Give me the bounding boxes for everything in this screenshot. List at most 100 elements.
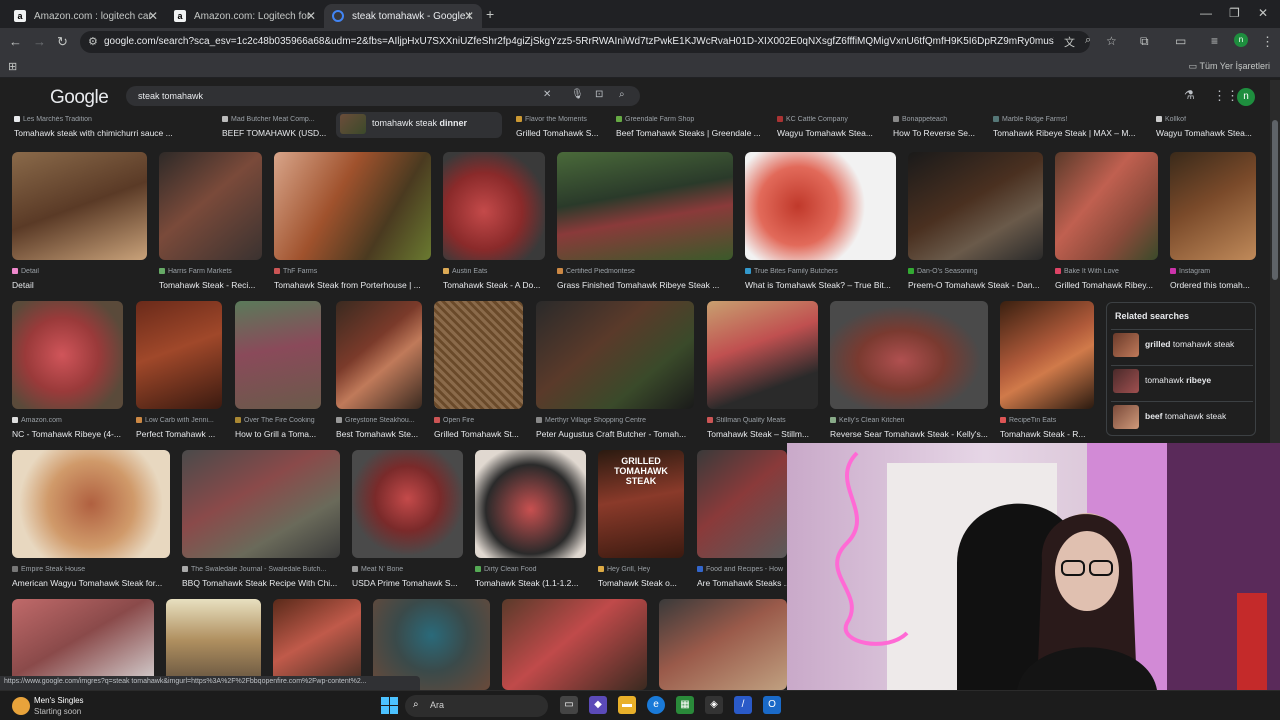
reload-icon[interactable]: ↻ (57, 34, 68, 50)
result-title[interactable]: Beef Tomahawk Steaks | Greendale ... (616, 128, 766, 138)
image-result[interactable]: Marble Ridge Farms! Tomahawk Ribeye Stea… (993, 114, 1148, 138)
image-result[interactable]: Instagram Ordered this tomah... (1170, 152, 1256, 290)
result-title[interactable]: Detail (12, 280, 147, 290)
image-result[interactable]: Over The Fire Cooking How to Grill a Tom… (235, 301, 321, 439)
microphone-icon[interactable]: 🎙 (571, 89, 584, 100)
restore-icon[interactable]: ❐ (1229, 6, 1240, 20)
steak-image[interactable] (1170, 152, 1256, 260)
steak-image[interactable] (502, 599, 647, 690)
lens-icon[interactable]: ⊡ (595, 89, 603, 100)
steak-image[interactable] (12, 450, 170, 558)
steak-image[interactable] (1000, 301, 1094, 409)
image-result[interactable]: Bake It With Love Grilled Tomahawk Ribey… (1055, 152, 1158, 290)
steak-image[interactable] (274, 152, 431, 260)
address-bar[interactable]: ⚙ google.com/search?sca_esv=1c2c48b03596… (80, 31, 1090, 53)
steak-image[interactable] (697, 450, 787, 558)
image-result[interactable]: Harris Farm Markets Tomahawk Steak - Rec… (159, 152, 262, 290)
steak-image[interactable] (745, 152, 896, 260)
image-result[interactable]: Bonappeteach How To Reverse Se... (893, 114, 985, 138)
windows-start-icon[interactable] (381, 697, 398, 714)
google-apps-icon[interactable]: ⋮⋮ (1213, 88, 1239, 104)
google-account-avatar[interactable]: n (1237, 88, 1255, 106)
result-title[interactable]: Tomahawk Steak - A Do... (443, 280, 545, 290)
result-title[interactable]: Tomahawk Steak – Stillm... (707, 429, 818, 439)
media-icon[interactable]: ≡ (1211, 34, 1218, 48)
close-icon[interactable]: ✕ (306, 9, 316, 23)
result-title[interactable]: Grilled Tomahawk Ribey... (1055, 280, 1158, 290)
result-title[interactable]: Tomahawk Steak - R... (1000, 429, 1094, 439)
tab-google-search[interactable]: steak tomahawk - Google Searc ✕ (324, 4, 482, 28)
result-title[interactable]: USDA Prime Tomahawk S... (352, 578, 463, 588)
image-result[interactable]: Kelly's Clean Kitchen Reverse Sear Tomah… (830, 301, 988, 439)
back-icon[interactable]: ← (9, 34, 22, 49)
close-icon[interactable]: ✕ (148, 9, 158, 23)
taskbar-search[interactable]: ⌕ Ara (405, 695, 548, 717)
zoom-icon[interactable]: ⌕ (1085, 34, 1091, 47)
steak-image[interactable] (830, 301, 988, 409)
result-title[interactable]: Tomahawk Steak - Reci... (159, 280, 262, 290)
all-bookmarks-folder[interactable]: ▭ Tüm Yer İşaretleri (1189, 61, 1270, 72)
image-result[interactable]: Merthyr Village Shopping Centre Peter Au… (536, 301, 694, 439)
image-result[interactable]: Stillman Quality Meats Tomahawk Steak – … (707, 301, 818, 439)
steak-image[interactable] (352, 450, 463, 558)
steak-image[interactable] (434, 301, 523, 409)
google-logo[interactable]: Google (50, 87, 109, 109)
new-tab-button[interactable]: + (486, 6, 494, 22)
search-input[interactable] (138, 89, 518, 103)
result-title[interactable]: How to Grill a Toma... (235, 429, 321, 439)
minimize-icon[interactable]: — (1200, 6, 1212, 20)
result-title[interactable]: Wagyu Tomahawk Stea... (1156, 128, 1256, 138)
close-icon[interactable]: ✕ (464, 9, 474, 23)
steak-image[interactable] (707, 301, 818, 409)
taskbar-widget[interactable]: Men's Singles Starting soon (10, 694, 140, 718)
image-result[interactable]: Food and Recipes - How Are Tomahawk Stea… (697, 450, 787, 588)
tab-amazon-logitech-camera[interactable]: a Amazon.com : logitech camera ✕ (6, 4, 166, 28)
edge-icon[interactable]: e (647, 696, 665, 714)
profile-avatar[interactable]: n (1234, 33, 1248, 47)
result-title[interactable]: Perfect Tomahawk ... (136, 429, 222, 439)
result-title[interactable]: Preem-O Tomahawk Steak - Dan... (908, 280, 1043, 290)
result-title[interactable]: American Wagyu Tomahawk Steak for... (12, 578, 170, 588)
clear-icon[interactable]: ✕ (543, 89, 551, 100)
image-result[interactable]: Dirty Clean Food Tomahawk Steak (1.1-1.2… (475, 450, 586, 588)
related-search-beef[interactable]: beef tomahawk steak (1111, 401, 1253, 431)
image-result[interactable]: Amazon.com NC - Tomahawk Ribeye (4-... (12, 301, 123, 439)
related-search-ribeye[interactable]: tomahawk ribeye (1111, 365, 1253, 395)
menu-icon[interactable]: ⋮ (1261, 34, 1274, 50)
result-title[interactable]: BBQ Tomahawk Steak Recipe With Chi... (182, 578, 340, 588)
image-result[interactable]: True Bites Family Butchers What is Tomah… (745, 152, 896, 290)
image-result[interactable]: Mad Butcher Meat Comp... BEEF TOMAHAWK (… (222, 114, 332, 138)
steak-image[interactable] (182, 450, 340, 558)
extensions-icon[interactable]: ⧉ (1140, 34, 1149, 49)
steak-image[interactable] (443, 152, 545, 260)
steak-image[interactable] (235, 301, 321, 409)
result-title[interactable]: Wagyu Tomahawk Stea... (777, 128, 885, 138)
steak-image[interactable] (475, 450, 586, 558)
forward-icon[interactable]: → (33, 34, 46, 49)
image-result[interactable]: Kollkof Wagyu Tomahawk Stea... (1156, 114, 1256, 138)
image-result[interactable]: Flavor the Moments Grilled Tomahawk S... (516, 114, 606, 138)
image-result[interactable]: Greendale Farm Shop Beef Tomahawk Steaks… (616, 114, 766, 138)
store-icon[interactable]: ▦ (676, 696, 694, 714)
result-title[interactable]: Best Tomahawk Ste... (336, 429, 422, 439)
image-result[interactable]: Dan-O's Seasoning Preem-O Tomahawk Steak… (908, 152, 1043, 290)
image-result[interactable]: RecipeTin Eats Tomahawk Steak - R... (1000, 301, 1094, 439)
steak-image[interactable] (159, 152, 262, 260)
steak-image[interactable] (336, 301, 422, 409)
task-view-icon[interactable]: ▭ (560, 696, 578, 714)
outlook-icon[interactable]: O (763, 696, 781, 714)
apps-icon[interactable]: ⊞ (8, 60, 17, 73)
result-title[interactable]: Tomahawk Steak o... (598, 578, 684, 588)
steak-image[interactable] (659, 599, 787, 690)
steak-image[interactable] (136, 301, 222, 409)
image-result[interactable]: Austin Eats Tomahawk Steak - A Do... (443, 152, 545, 290)
result-title[interactable]: Grilled Tomahawk S... (516, 128, 606, 138)
image-result[interactable]: Meat N' Bone USDA Prime Tomahawk S... (352, 450, 463, 588)
site-info-icon[interactable]: ⚙ (88, 35, 98, 48)
app-icon[interactable]: ◈ (705, 696, 723, 714)
result-title[interactable]: Grass Finished Tomahawk Ribeye Steak ... (557, 280, 733, 290)
result-title[interactable]: Ordered this tomah... (1170, 280, 1256, 290)
close-window-icon[interactable]: ✕ (1258, 6, 1268, 20)
result-title[interactable]: Tomahawk Steak (1.1-1.2... (475, 578, 586, 588)
image-result[interactable]: Les Marchés Tradition Tomahawk steak wit… (14, 114, 214, 138)
